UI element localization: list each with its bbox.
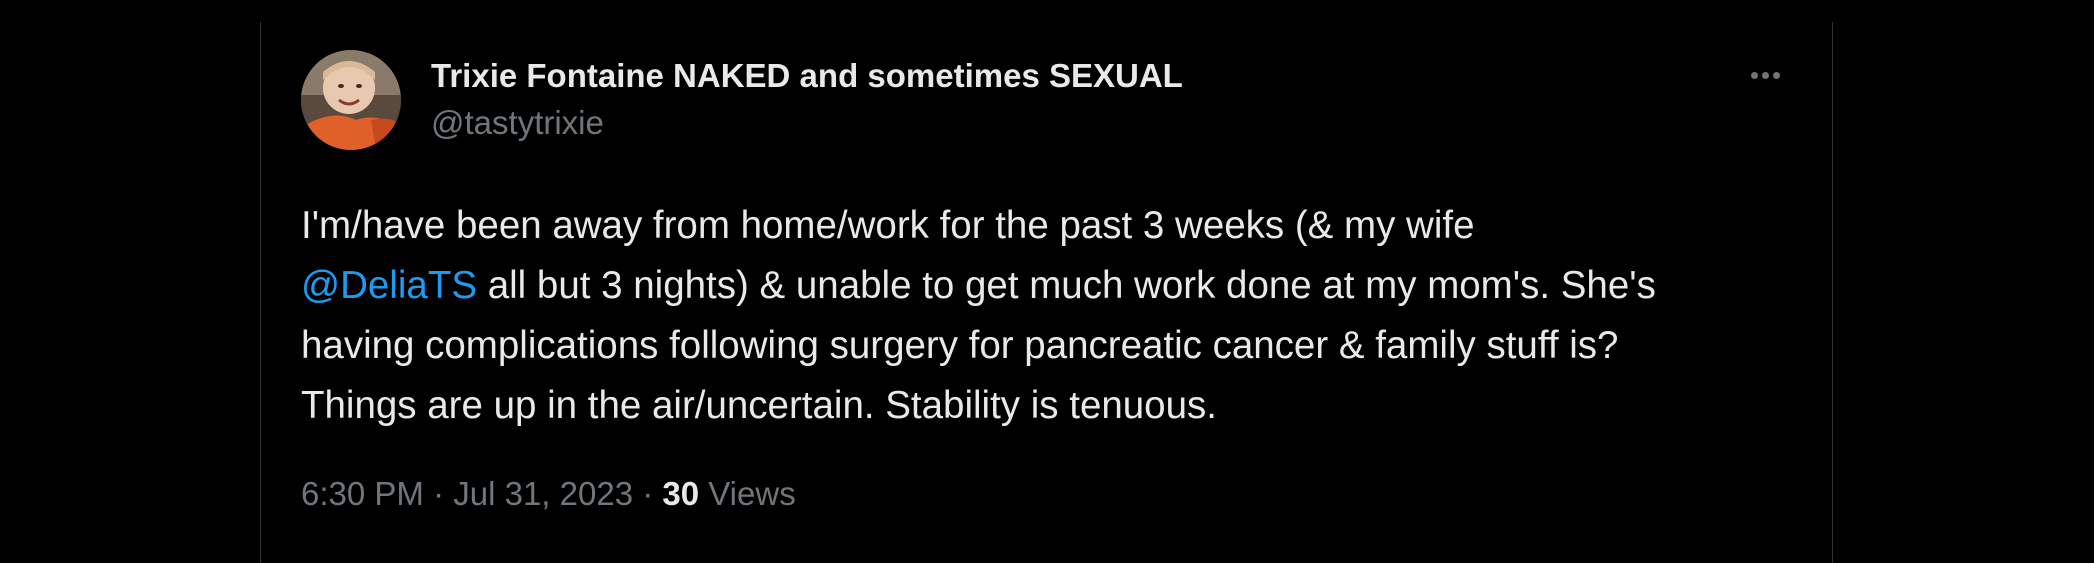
tweet-time[interactable]: 6:30 PM bbox=[301, 475, 424, 512]
tweet[interactable]: Trixie Fontaine NAKED and sometimes SEXU… bbox=[301, 50, 1793, 563]
mention-link[interactable]: @DeliaTS bbox=[301, 264, 477, 307]
avatar-photo-icon bbox=[301, 50, 401, 150]
tweet-date[interactable]: Jul 31, 2023 bbox=[453, 475, 633, 512]
separator: · bbox=[633, 475, 663, 512]
more-dot-icon bbox=[1772, 71, 1780, 79]
more-dot-icon bbox=[1761, 71, 1769, 79]
tweet-text-line: I'm/have been away from home/work for th… bbox=[301, 204, 1475, 247]
views-count[interactable]: 30 bbox=[662, 475, 699, 512]
tweet-meta: 6:30 PM · Jul 31, 2023 · 30 Views bbox=[301, 474, 796, 514]
views-label: Views bbox=[699, 475, 796, 512]
tweet-text-line: having complications following surgery f… bbox=[301, 324, 1619, 367]
author-handle[interactable]: @tastytrixie bbox=[431, 102, 1183, 144]
author-display-name[interactable]: Trixie Fontaine NAKED and sometimes SEXU… bbox=[431, 56, 1183, 96]
author-avatar[interactable] bbox=[301, 50, 401, 150]
tweet-text: I'm/have been away from home/work for th… bbox=[301, 196, 1801, 436]
timeline-column: Trixie Fontaine NAKED and sometimes SEXU… bbox=[260, 22, 1833, 563]
tweet-text-line: @DeliaTS all but 3 nights) & unable to g… bbox=[301, 256, 1801, 316]
separator: · bbox=[423, 475, 454, 512]
author-identity: Trixie Fontaine NAKED and sometimes SEXU… bbox=[431, 56, 1183, 144]
more-dot-icon bbox=[1750, 71, 1758, 79]
more-options-button[interactable] bbox=[1743, 62, 1787, 88]
tweet-text-segment: all but 3 nights) & unable to get much w… bbox=[477, 264, 1656, 307]
tweet-text-line: Things are up in the air/uncertain. Stab… bbox=[301, 384, 1217, 427]
